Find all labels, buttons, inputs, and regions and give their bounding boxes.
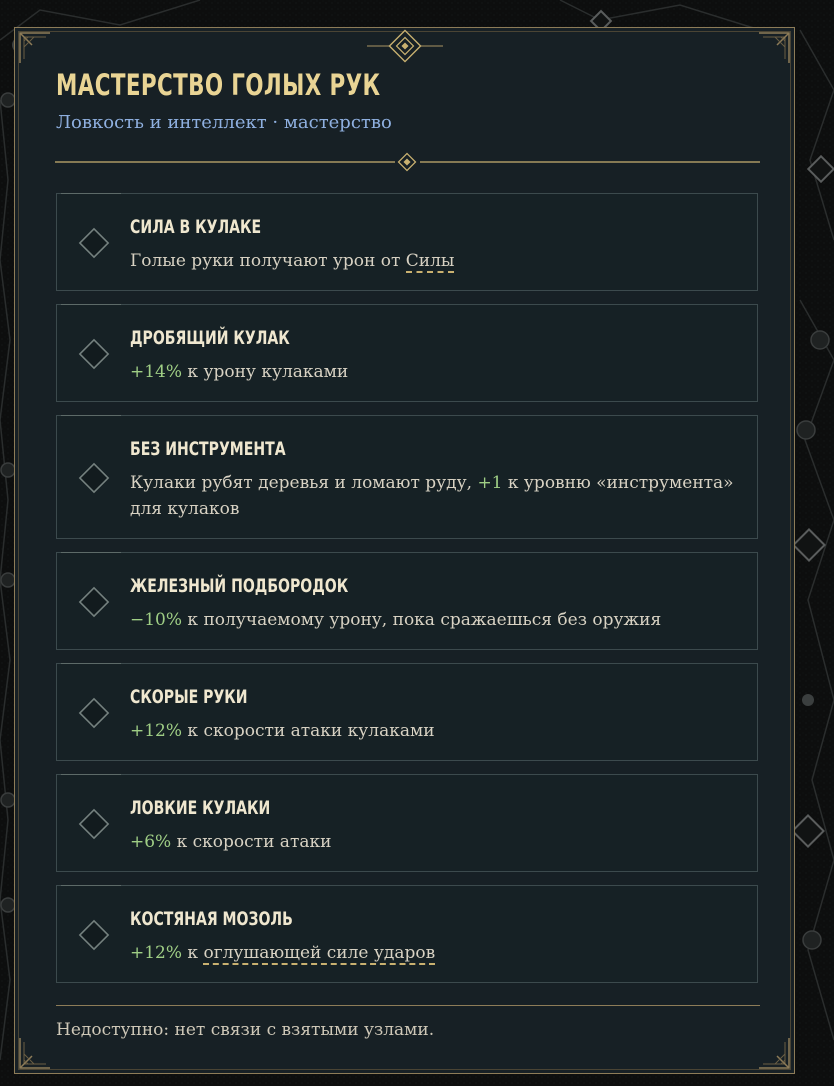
corner-ornament xyxy=(19,32,50,63)
perk-node-icon xyxy=(78,808,110,840)
stun-power-link[interactable]: оглушающей силе ударов xyxy=(203,943,436,965)
perk-node-icon xyxy=(78,462,110,494)
perk-name: ЛОВКИЕ КУЛАКИ xyxy=(130,797,271,819)
perk-description: +14% к урону кулаками xyxy=(130,362,349,382)
perk-description: Кулаки рубят деревья и ломают руду, +1 к… xyxy=(130,473,734,519)
perk-node-icon xyxy=(78,227,110,259)
header-divider xyxy=(55,152,760,172)
perk-description: −10% к получаемому урону, пока сражаешьс… xyxy=(130,610,662,630)
perk-card-nimble-fists[interactable]: ЛОВКИЕ КУЛАКИ +6% к скорости атаки xyxy=(56,774,758,872)
perk-card-fist-strength[interactable]: СИЛА В КУЛАКЕ Голые руки получают урон о… xyxy=(56,193,758,291)
unavailable-status: Недоступно: нет связи с взятыми узлами. xyxy=(56,1020,435,1040)
perk-name: ДРОБЯЩИЙ КУЛАК xyxy=(130,327,290,349)
mastery-tooltip-panel: МАСТЕРСТВО ГОЛЫХ РУК Ловкость и интеллек… xyxy=(14,27,795,1074)
stat-value: +14% xyxy=(130,362,183,382)
strength-link[interactable]: Силы xyxy=(405,251,455,273)
perk-node-icon xyxy=(78,338,110,370)
perk-description: +12% к оглушающей силе ударов xyxy=(130,943,436,965)
stat-value: −10% xyxy=(130,610,183,630)
stat-value: +12% xyxy=(130,721,183,741)
mastery-title: МАСТЕРСТВО ГОЛЫХ РУК xyxy=(56,68,381,102)
perk-card-bone-callus[interactable]: КОСТЯНАЯ МОЗОЛЬ +12% к оглушающей силе у… xyxy=(56,885,758,983)
footer-divider xyxy=(56,1005,760,1006)
subtitle-attributes: Ловкость и интеллект xyxy=(56,112,267,133)
perk-name: СКОРЫЕ РУКИ xyxy=(130,686,248,708)
stat-value: +1 xyxy=(477,473,503,493)
perk-description: +12% к скорости атаки кулаками xyxy=(130,721,435,741)
perk-node-icon xyxy=(78,586,110,618)
perk-card-crushing-fist[interactable]: ДРОБЯЩИЙ КУЛАК +14% к урону кулаками xyxy=(56,304,758,402)
perk-name: ЖЕЛЕЗНЫЙ ПОДБОРОДОК xyxy=(130,575,349,597)
perk-description: +6% к скорости атаки xyxy=(130,832,332,852)
perk-name: СИЛА В КУЛАКЕ xyxy=(130,216,262,238)
corner-ornament xyxy=(19,1038,50,1069)
corner-ornament xyxy=(759,32,790,63)
perk-card-quick-hands[interactable]: СКОРЫЕ РУКИ +12% к скорости атаки кулака… xyxy=(56,663,758,761)
perk-name: БЕЗ ИНСТРУМЕНТА xyxy=(130,438,286,460)
subtitle-separator: · xyxy=(266,112,284,133)
perk-card-no-tool[interactable]: БЕЗ ИНСТРУМЕНТА Кулаки рубят деревья и л… xyxy=(56,415,758,539)
perk-card-iron-chin[interactable]: ЖЕЛЕЗНЫЙ ПОДБОРОДОК −10% к получаемому у… xyxy=(56,552,758,650)
stat-value: +12% xyxy=(130,943,183,963)
mastery-subtitle: Ловкость и интеллект · мастерство xyxy=(56,112,392,133)
stat-value: +6% xyxy=(130,832,172,852)
perk-description: Голые руки получают урон от Силы xyxy=(130,251,455,273)
top-diamond-ornament xyxy=(367,29,443,63)
perk-name: КОСТЯНАЯ МОЗОЛЬ xyxy=(130,908,293,930)
subtitle-type: мастерство xyxy=(283,112,392,133)
perk-node-icon xyxy=(78,697,110,729)
perk-node-icon xyxy=(78,919,110,951)
corner-ornament xyxy=(759,1038,790,1069)
